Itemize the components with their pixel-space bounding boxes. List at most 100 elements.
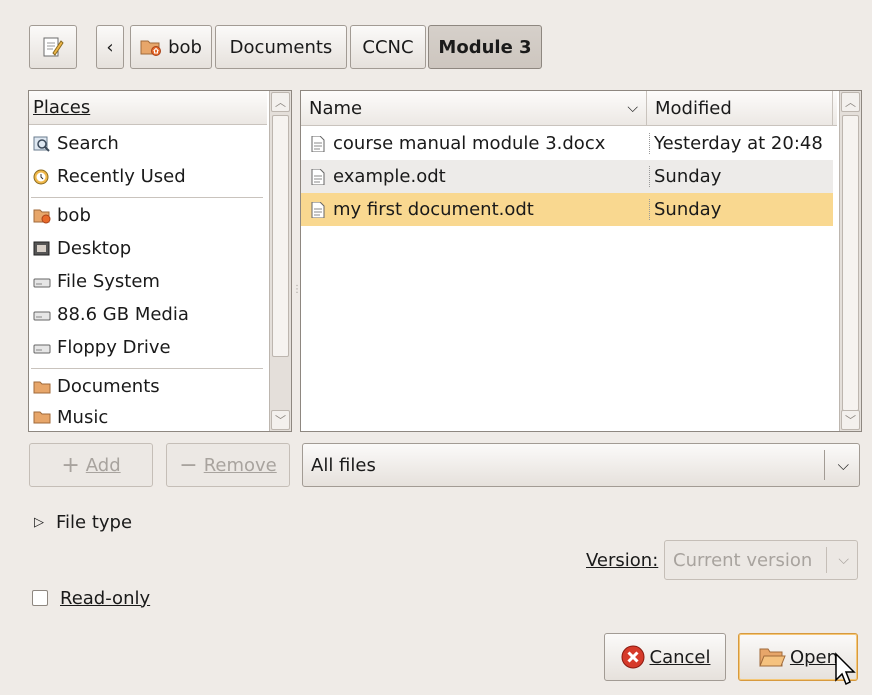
- pane-resize-handle[interactable]: ⋮: [292, 270, 302, 310]
- crumb-label: CCNC: [362, 36, 414, 58]
- folder-icon: [33, 381, 51, 393]
- place-item-media[interactable]: 88.6 GB Media: [29, 298, 269, 331]
- file-list-header: Name ⌵ Modified: [301, 91, 837, 126]
- crumb-bob[interactable]: bob: [130, 25, 212, 69]
- places-header-label: Places: [33, 97, 91, 118]
- file-name: my first document.odt: [333, 199, 534, 220]
- home-folder-icon: [33, 209, 51, 223]
- scroll-up-arrow-icon[interactable]: ︿: [271, 92, 290, 112]
- place-item-recently-used[interactable]: Recently Used: [29, 160, 269, 193]
- search-icon: [33, 136, 50, 152]
- file-name: example.odt: [333, 166, 446, 187]
- recent-icon: [33, 169, 49, 184]
- place-label: Recently Used: [57, 166, 186, 187]
- file-filter-select[interactable]: All files ⌵: [302, 443, 860, 487]
- place-item-search[interactable]: Search: [29, 127, 269, 160]
- place-label: File System: [57, 271, 160, 292]
- file-list-scroll-thumb[interactable]: [842, 115, 859, 411]
- crumb-module-3[interactable]: Module 3: [428, 25, 542, 69]
- checkbox-box[interactable]: [32, 590, 48, 606]
- file-row-selected[interactable]: my first document.odt Sunday: [301, 193, 833, 226]
- file-row[interactable]: example.odt Sunday: [301, 160, 833, 193]
- column-modified-label: Modified: [655, 97, 732, 119]
- expander-arrow-icon: ▷: [34, 514, 44, 530]
- chevron-down-icon: ⌵: [837, 456, 849, 474]
- file-list-scrollbar[interactable]: ︿ ﹀: [839, 91, 861, 431]
- crumb-ccnc[interactable]: CCNC: [350, 25, 426, 69]
- places-scrollbar[interactable]: ︿ ﹀: [269, 91, 291, 431]
- sort-down-icon: ⌵: [627, 100, 638, 116]
- open-folder-icon: [759, 648, 786, 667]
- crumb-label: Documents: [229, 36, 333, 58]
- file-modified: Sunday: [649, 199, 721, 220]
- file-modified: Yesterday at 20:48: [649, 133, 823, 154]
- document-icon: [311, 168, 325, 185]
- path-back-button[interactable]: ‹: [96, 25, 124, 69]
- places-scroll-thumb[interactable]: [272, 115, 289, 357]
- scroll-up-arrow-icon[interactable]: ︿: [841, 92, 860, 112]
- chevron-down-icon: ⌵: [838, 552, 849, 568]
- add-label: Add: [85, 454, 121, 476]
- place-label: Desktop: [57, 238, 132, 259]
- place-label: Floppy Drive: [57, 337, 171, 358]
- place-label: bob: [57, 205, 91, 226]
- drive-icon: [33, 278, 51, 287]
- desktop-icon: [33, 241, 50, 255]
- file-type-expander[interactable]: ▷ File type: [34, 508, 132, 536]
- place-label: Music: [57, 406, 109, 428]
- version-value: Current version: [673, 549, 813, 571]
- drive-icon: [33, 311, 51, 320]
- place-label: 88.6 GB Media: [57, 304, 189, 325]
- places-header[interactable]: Places: [29, 91, 267, 125]
- mouse-pointer-icon: [835, 652, 856, 686]
- file-modified: Sunday: [649, 166, 721, 187]
- scroll-down-arrow-icon[interactable]: ﹀: [271, 410, 290, 430]
- chevron-left-icon: ‹: [106, 36, 114, 58]
- minus-icon: −: [179, 452, 198, 478]
- crumb-label: Module 3: [438, 36, 532, 58]
- places-separator: [31, 368, 263, 369]
- file-list-panel: Name ⌵ Modified course manual module 3.d…: [300, 90, 862, 432]
- home-folder-icon: [140, 40, 162, 56]
- place-label: Documents: [57, 376, 160, 397]
- cancel-icon: [621, 645, 644, 669]
- crumb-documents[interactable]: Documents: [215, 25, 347, 69]
- type-location-button[interactable]: [29, 25, 77, 69]
- place-item-music[interactable]: Music: [29, 403, 269, 431]
- place-item-file-system[interactable]: File System: [29, 265, 269, 298]
- plus-icon: +: [61, 452, 80, 478]
- place-label: Search: [57, 133, 119, 154]
- file-filter-value: All files: [311, 454, 376, 476]
- open-label: Open: [789, 646, 839, 668]
- place-item-desktop[interactable]: Desktop: [29, 232, 269, 265]
- crumb-label: bob: [168, 36, 202, 58]
- column-name-label: Name: [309, 97, 363, 119]
- file-type-label: File type: [56, 511, 133, 533]
- drive-icon: [33, 344, 51, 353]
- places-panel: Places Search Recently Used bob Desktop …: [28, 90, 292, 432]
- file-name: course manual module 3.docx: [333, 133, 606, 154]
- add-bookmark-button[interactable]: + Add: [29, 443, 153, 487]
- file-row[interactable]: course manual module 3.docx Yesterday at…: [301, 127, 833, 160]
- version-label: Version:: [586, 549, 659, 571]
- document-icon: [311, 201, 325, 218]
- remove-label: Remove: [203, 454, 277, 476]
- place-item-floppy[interactable]: Floppy Drive: [29, 331, 269, 364]
- place-item-documents[interactable]: Documents: [29, 370, 269, 403]
- read-only-label: Read-only: [60, 587, 151, 609]
- place-item-bob[interactable]: bob: [29, 199, 269, 232]
- combo-divider: [824, 450, 825, 480]
- cancel-button[interactable]: Cancel: [604, 633, 726, 681]
- column-modified[interactable]: Modified: [647, 91, 833, 125]
- edit-location-icon: [43, 37, 64, 57]
- folder-icon: [33, 411, 51, 424]
- combo-divider: [826, 547, 827, 573]
- remove-bookmark-button[interactable]: − Remove: [166, 443, 290, 487]
- document-icon: [311, 135, 325, 152]
- version-select[interactable]: Current version ⌵: [664, 540, 858, 580]
- column-name[interactable]: Name ⌵: [301, 91, 647, 125]
- scroll-down-arrow-icon[interactable]: ﹀: [841, 410, 860, 430]
- read-only-checkbox[interactable]: Read-only: [32, 584, 150, 612]
- cancel-label: Cancel: [649, 646, 711, 668]
- places-separator: [31, 197, 263, 198]
